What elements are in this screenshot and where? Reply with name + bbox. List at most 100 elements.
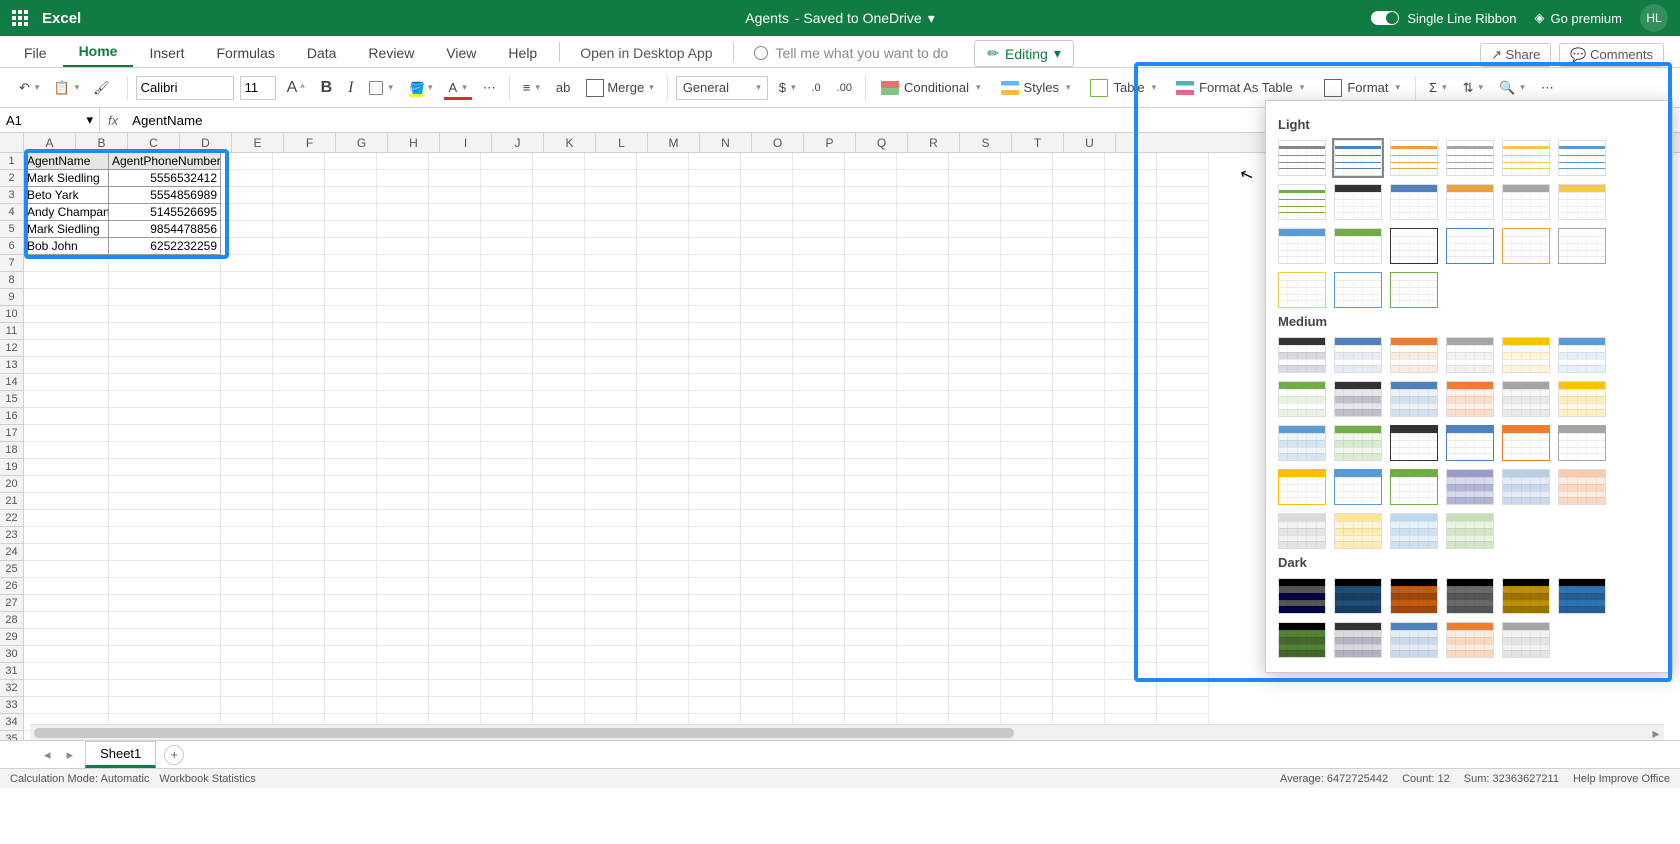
cell[interactable] [741, 595, 793, 612]
cell[interactable] [897, 697, 949, 714]
cell[interactable] [585, 680, 637, 697]
cell[interactable] [429, 544, 481, 561]
cell[interactable] [377, 340, 429, 357]
cell[interactable] [845, 153, 897, 170]
cell[interactable] [637, 646, 689, 663]
cell[interactable] [1105, 323, 1157, 340]
cell[interactable] [897, 221, 949, 238]
cell[interactable] [221, 255, 273, 272]
table-style-option[interactable] [1502, 140, 1550, 176]
cell[interactable] [1001, 561, 1053, 578]
row-header[interactable]: 26 [0, 578, 24, 595]
row-header[interactable]: 17 [0, 425, 24, 442]
cell[interactable] [637, 255, 689, 272]
cell[interactable] [24, 476, 109, 493]
col-header[interactable]: T [1012, 133, 1064, 152]
cell[interactable] [897, 476, 949, 493]
table-style-option[interactable] [1278, 228, 1326, 264]
table-style-option[interactable] [1334, 469, 1382, 505]
cell[interactable] [429, 527, 481, 544]
cell[interactable] [741, 544, 793, 561]
cell[interactable] [949, 153, 1001, 170]
row-header[interactable]: 3 [0, 187, 24, 204]
cell[interactable] [481, 323, 533, 340]
cell[interactable] [273, 697, 325, 714]
cell[interactable] [1157, 170, 1209, 187]
cell[interactable] [221, 544, 273, 561]
cell[interactable] [793, 476, 845, 493]
cell[interactable] [1053, 170, 1105, 187]
cell[interactable] [429, 204, 481, 221]
cell[interactable] [793, 680, 845, 697]
tab-formulas[interactable]: Formulas [200, 39, 290, 67]
cell[interactable] [689, 306, 741, 323]
sheet-tab[interactable]: Sheet1 [85, 741, 156, 768]
cell[interactable] [273, 408, 325, 425]
row-header[interactable]: 25 [0, 561, 24, 578]
cell[interactable] [585, 510, 637, 527]
cell[interactable] [949, 221, 1001, 238]
cell[interactable] [949, 476, 1001, 493]
format-as-table-button[interactable]: Format As Table▾ [1169, 77, 1311, 98]
cell[interactable] [1157, 612, 1209, 629]
row-header[interactable]: 14 [0, 374, 24, 391]
cell[interactable] [1105, 272, 1157, 289]
cell[interactable] [1001, 306, 1053, 323]
table-style-option[interactable] [1334, 578, 1382, 614]
more-ribbon-button[interactable]: ⋯ [1536, 77, 1559, 99]
table-style-option[interactable] [1446, 184, 1494, 220]
row-header[interactable]: 22 [0, 510, 24, 527]
cell[interactable] [741, 527, 793, 544]
cell[interactable] [845, 561, 897, 578]
cell[interactable] [845, 578, 897, 595]
cell[interactable] [273, 272, 325, 289]
cell[interactable] [1053, 425, 1105, 442]
font-size-input[interactable] [240, 76, 276, 100]
cell[interactable] [533, 187, 585, 204]
tab-home[interactable]: Home [63, 37, 134, 67]
cell[interactable] [377, 357, 429, 374]
row-header[interactable]: 2 [0, 170, 24, 187]
cell[interactable] [637, 153, 689, 170]
cell[interactable] [949, 493, 1001, 510]
table-style-option[interactable] [1390, 228, 1438, 264]
cell[interactable] [1001, 238, 1053, 255]
cell[interactable] [273, 153, 325, 170]
cell[interactable] [1157, 680, 1209, 697]
cell[interactable] [585, 493, 637, 510]
cell[interactable] [585, 255, 637, 272]
cell[interactable] [1001, 663, 1053, 680]
table-style-option[interactable] [1278, 184, 1326, 220]
cell[interactable] [377, 323, 429, 340]
cell[interactable] [897, 578, 949, 595]
cell[interactable] [689, 646, 741, 663]
cell[interactable] [741, 187, 793, 204]
col-header[interactable]: R [908, 133, 960, 152]
cell[interactable] [1105, 340, 1157, 357]
cell[interactable] [109, 289, 221, 306]
cell[interactable] [109, 697, 221, 714]
cell[interactable] [1053, 663, 1105, 680]
cell[interactable] [897, 527, 949, 544]
cell[interactable] [1001, 170, 1053, 187]
cell[interactable] [221, 442, 273, 459]
cell[interactable] [109, 629, 221, 646]
cell[interactable] [377, 459, 429, 476]
cell[interactable] [949, 561, 1001, 578]
cell[interactable] [897, 153, 949, 170]
cell[interactable] [481, 697, 533, 714]
cell[interactable] [221, 697, 273, 714]
cell[interactable] [585, 697, 637, 714]
cell[interactable] [689, 204, 741, 221]
cell[interactable] [273, 187, 325, 204]
cell[interactable] [429, 612, 481, 629]
cell[interactable] [793, 289, 845, 306]
cell[interactable] [897, 493, 949, 510]
cell[interactable] [1105, 204, 1157, 221]
cell[interactable] [793, 459, 845, 476]
cell[interactable] [1001, 697, 1053, 714]
app-launcher-icon[interactable] [12, 10, 28, 26]
cell[interactable] [1105, 442, 1157, 459]
cell[interactable] [741, 340, 793, 357]
cell[interactable] [429, 663, 481, 680]
